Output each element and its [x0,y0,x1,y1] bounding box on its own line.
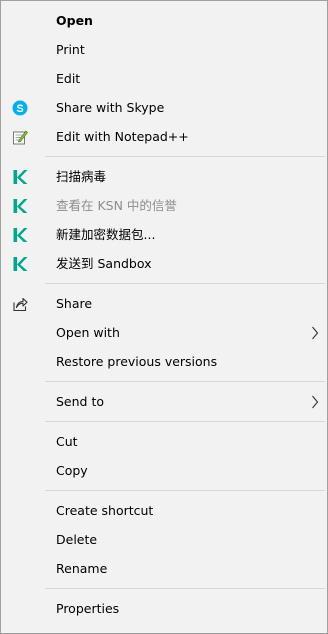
menu-item-edit-with-notepad[interactable]: Edit with Notepad++ [1,122,327,151]
chevron-right-icon [312,326,319,340]
menu-item-label: 发送到 Sandbox [56,256,152,271]
menu-item-kaspersky-ksn-reputation[interactable]: 查看在 KSN 中的信誉 [1,191,327,220]
menu-item-label: Rename [56,561,108,576]
menu-item-label: Print [56,42,85,57]
menu-separator [45,588,325,589]
menu-item-label: Copy [56,463,88,478]
context-menu: Open Print Edit S Share with Skype Edit … [0,0,328,634]
menu-item-share[interactable]: Share [1,289,327,318]
menu-item-label: Share [56,296,93,311]
menu-item-rename[interactable]: Rename [1,554,327,583]
menu-separator [45,381,325,382]
menu-item-open-with[interactable]: Open with [1,318,327,347]
kaspersky-k-icon [13,170,28,184]
menu-item-label: Open with [56,325,120,340]
menu-item-send-to[interactable]: Send to [1,387,327,416]
menu-item-label: Cut [56,434,78,449]
menu-item-label: Send to [56,394,105,409]
menu-item-create-shortcut[interactable]: Create shortcut [1,496,327,525]
menu-item-label: Edit with Notepad++ [56,129,189,144]
menu-item-delete[interactable]: Delete [1,525,327,554]
menu-item-cut[interactable]: Cut [1,427,327,456]
menu-item-share-with-skype[interactable]: S Share with Skype [1,93,327,122]
menu-separator [45,156,325,157]
menu-separator [45,421,325,422]
menu-item-label: Share with Skype [56,100,165,115]
share-arrow-icon [13,297,28,312]
kaspersky-k-icon [13,199,28,213]
skype-icon: S [12,100,28,116]
menu-item-label: Properties [56,601,120,616]
menu-separator [45,283,325,284]
menu-item-label: Open [56,13,93,28]
menu-item-label: Restore previous versions [56,354,218,369]
menu-item-label: Edit [56,71,81,86]
menu-item-label: Create shortcut [56,503,154,518]
menu-item-open[interactable]: Open [1,6,327,35]
kaspersky-k-icon [13,257,28,271]
menu-item-copy[interactable]: Copy [1,456,327,485]
menu-separator [45,490,325,491]
menu-item-kaspersky-send-to-sandbox[interactable]: 发送到 Sandbox [1,249,327,278]
chevron-right-icon [312,395,319,409]
menu-item-restore-previous-versions[interactable]: Restore previous versions [1,347,327,376]
kaspersky-k-icon [13,228,28,242]
menu-item-print[interactable]: Print [1,35,327,64]
menu-item-properties[interactable]: Properties [1,594,327,623]
notepad-plus-plus-icon [13,130,28,145]
menu-item-kaspersky-encrypted-archive[interactable]: 新建加密数据包... [1,220,327,249]
menu-item-kaspersky-scan[interactable]: 扫描病毒 [1,162,327,191]
menu-item-label: 查看在 KSN 中的信誉 [56,198,177,213]
menu-item-label: Delete [56,532,98,547]
svg-text:S: S [16,103,23,115]
menu-item-label: 新建加密数据包... [56,227,156,242]
menu-item-edit[interactable]: Edit [1,64,327,93]
menu-item-label: 扫描病毒 [56,169,107,184]
